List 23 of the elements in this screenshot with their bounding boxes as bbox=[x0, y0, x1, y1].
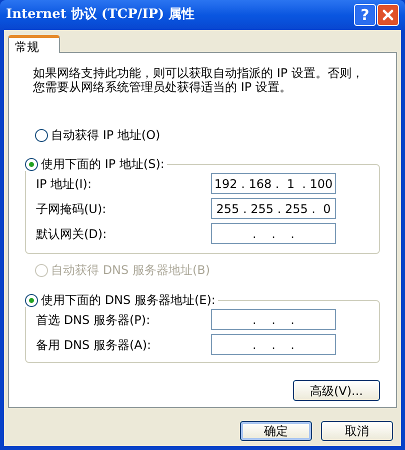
ip-address-field[interactable]: . . . bbox=[211, 223, 336, 244]
radio-label[interactable]: 自动获得 IP 地址(O) bbox=[51, 126, 160, 144]
description-text: 如果网络支持此功能，则可以获取自动指派的 IP 设置。否则，您需要从网络系统管理员处获得适当的 IP 设置。 bbox=[32, 66, 364, 94]
ip-address-field[interactable]: . . . bbox=[211, 334, 336, 355]
field-label: 子网掩码(U): bbox=[36, 200, 106, 218]
field-label: 备用 DNS 服务器(A): bbox=[36, 336, 152, 354]
window-title: Internet 协议 (TCP/IP) 属性 bbox=[6, 6, 195, 24]
radio-button[interactable] bbox=[25, 158, 38, 170]
field-label: 首选 DNS 服务器(P): bbox=[36, 312, 150, 328]
radio-button[interactable] bbox=[35, 128, 48, 142]
close-icon bbox=[382, 9, 394, 21]
tab[interactable]: 常规 bbox=[8, 35, 60, 53]
ip-address-field[interactable]: 255 . 255 . 255 . 0 bbox=[211, 198, 336, 219]
help-button[interactable]: ? bbox=[354, 4, 376, 26]
ip-address-field[interactable]: 192 . 168 . 1 . 100 bbox=[211, 173, 336, 194]
field-label: IP 地址(I): bbox=[36, 176, 92, 192]
ok-button[interactable]: 确定 bbox=[240, 421, 312, 441]
cancel-button[interactable]: 取消 bbox=[321, 421, 393, 441]
ip-address-field[interactable]: . . . bbox=[211, 309, 336, 330]
advanced-button[interactable]: 高级(V)... bbox=[293, 380, 380, 401]
close-button[interactable] bbox=[377, 4, 399, 26]
field-label: 默认网关(D): bbox=[36, 226, 107, 242]
radio-button[interactable] bbox=[25, 294, 38, 306]
